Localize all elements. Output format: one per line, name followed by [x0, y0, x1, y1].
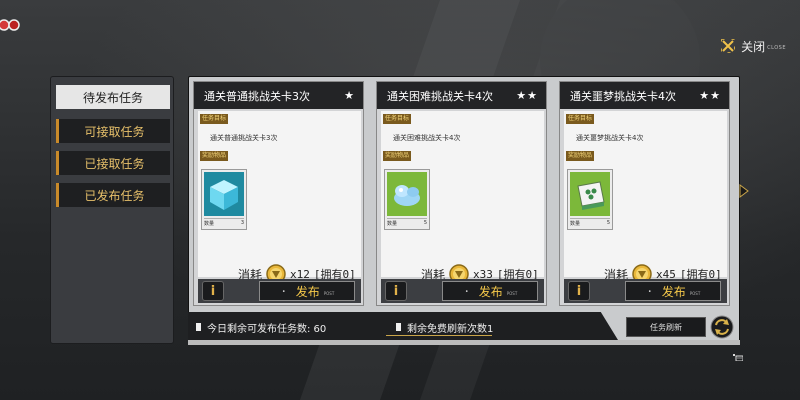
tab-label: 已接取任务	[84, 156, 145, 171]
difficulty-stars: ★	[344, 89, 355, 102]
qty-label: 数量	[570, 221, 581, 227]
tab-accepted[interactable]: 已接取任务	[56, 151, 170, 175]
reward-item[interactable]: 数量 5	[567, 169, 613, 230]
task-refresh-button[interactable]: 任务刷新	[626, 317, 706, 337]
task-card-header: 通关普通挑战关卡3次 ★	[194, 82, 363, 109]
task-card: 通关噩梦挑战关卡4次 ★★ 任务目标 通关噩梦挑战关卡4次 奖励物品 数量 5 …	[559, 81, 730, 306]
task-card-footer: i ・ 发布 POST	[564, 279, 727, 303]
publish-sublabel: POST	[689, 290, 701, 296]
task-card-header: 通关噩梦挑战关卡4次 ★★	[560, 82, 729, 109]
reward-qty-row: 数量 5	[570, 218, 610, 227]
daily-remaining-stat: 今日剩余可发布任务数: 60	[196, 320, 327, 335]
status-bar-stripe	[188, 340, 740, 345]
publish-sublabel: POST	[506, 290, 518, 296]
free-refresh-text: 剩余免费刷新次数1	[407, 323, 494, 335]
qty-value: 5	[606, 220, 610, 226]
reward-item[interactable]: 数量 5	[384, 169, 430, 230]
task-card-body: 任务目标 通关困难挑战关卡4次 奖励物品 数量 5 消耗 x33 [拥有0]	[381, 111, 544, 284]
bullet-icon	[396, 323, 401, 331]
qty-label: 数量	[387, 221, 398, 227]
reward-item[interactable]: 数量 3	[201, 169, 247, 230]
publish-sublabel: POST	[323, 290, 335, 296]
tab-available[interactable]: 可接取任务	[56, 119, 170, 143]
reward-tag: 奖励物品	[200, 151, 229, 161]
publish-button[interactable]: ・ 发布 POST	[625, 281, 721, 301]
status-indicator-icon	[0, 19, 20, 31]
task-card-body: 任务目标 通关普通挑战关卡3次 奖励物品 数量 3 消耗 x12 [拥有0]	[198, 111, 361, 284]
bullet-icon	[196, 323, 201, 331]
bullet-icon: ・	[279, 286, 288, 296]
blue-slime-icon	[387, 172, 427, 216]
task-card: 通关普通挑战关卡3次 ★ 任务目标 通关普通挑战关卡3次 奖励物品 数量 3 消…	[193, 81, 364, 306]
refresh-icon[interactable]	[708, 314, 736, 340]
task-title: 通关普通挑战关卡3次	[204, 89, 310, 103]
reward-tag: 奖励物品	[566, 151, 595, 161]
publish-button[interactable]: ・ 发布 POST	[442, 281, 538, 301]
qty-value: 5	[423, 220, 427, 226]
bullet-icon: ・	[645, 286, 654, 296]
task-card-header: 通关困难挑战关卡4次 ★★	[377, 82, 546, 109]
goal-tag: 任务目标	[200, 114, 229, 124]
reward-qty-row: 数量 5	[387, 218, 427, 227]
goal-text: 通关困难挑战关卡4次	[393, 134, 461, 142]
publish-label: 发布	[478, 284, 503, 299]
info-icon: i	[576, 283, 582, 299]
reward-qty-row: 数量 3	[204, 218, 244, 227]
goal-text: 通关普通挑战关卡3次	[210, 134, 278, 142]
free-refresh-underline	[386, 335, 492, 336]
task-card-footer: i ・ 发布 POST	[198, 279, 361, 303]
info-button[interactable]: i	[385, 281, 407, 301]
publish-label: 发布	[661, 284, 686, 299]
free-refresh-stat: 剩余免费刷新次数1	[396, 320, 494, 335]
close-label: 关闭	[741, 39, 766, 54]
task-title: 通关困难挑战关卡4次	[387, 89, 493, 103]
difficulty-stars: ★★	[699, 89, 721, 102]
blue-cube-icon	[204, 172, 244, 216]
close-button[interactable]: 关闭 CLOSE	[721, 36, 786, 56]
publish-label: 发布	[295, 284, 320, 299]
task-card-body: 任务目标 通关噩梦挑战关卡4次 奖励物品 数量 5 消耗 x45 [拥有0]	[564, 111, 727, 284]
info-button[interactable]: i	[202, 281, 224, 301]
task-title: 通关噩梦挑战关卡4次	[570, 89, 676, 103]
info-icon: i	[393, 283, 399, 299]
refresh-label: 任务刷新	[650, 322, 682, 332]
goal-tag: 任务目标	[566, 114, 595, 124]
tab-published[interactable]: 已发布任务	[56, 183, 170, 207]
qty-value: 3	[240, 220, 244, 226]
task-card: 通关困难挑战关卡4次 ★★ 任务目标 通关困难挑战关卡4次 奖励物品 数量 5 …	[376, 81, 547, 306]
tab-label: 已发布任务	[84, 188, 145, 203]
difficulty-stars: ★★	[516, 89, 538, 102]
goal-text: 通关噩梦挑战关卡4次	[576, 134, 644, 142]
task-card-footer: i ・ 发布 POST	[381, 279, 544, 303]
tab-pending-publish[interactable]: 待发布任务	[56, 85, 170, 109]
close-x-icon	[721, 39, 736, 53]
qty-label: 数量	[204, 221, 215, 227]
publish-button[interactable]: ・ 发布 POST	[259, 281, 355, 301]
bullet-icon: ・	[462, 286, 471, 296]
next-page-arrow-icon[interactable]	[739, 184, 749, 198]
tab-label: 可接取任务	[84, 124, 145, 139]
mahjong-tile-icon	[570, 172, 610, 216]
corner-marker-icon	[733, 354, 743, 361]
goal-tag: 任务目标	[383, 114, 412, 124]
info-button[interactable]: i	[568, 281, 590, 301]
info-icon: i	[210, 283, 216, 299]
task-refresh-control: 任务刷新	[626, 314, 738, 340]
reward-tag: 奖励物品	[383, 151, 412, 161]
task-category-sidebar: 待发布任务 可接取任务 已接取任务 已发布任务	[50, 76, 174, 344]
close-sublabel: CLOSE	[767, 45, 786, 51]
tab-label: 待发布任务	[82, 90, 143, 105]
daily-remaining-text: 今日剩余可发布任务数: 60	[207, 323, 327, 335]
